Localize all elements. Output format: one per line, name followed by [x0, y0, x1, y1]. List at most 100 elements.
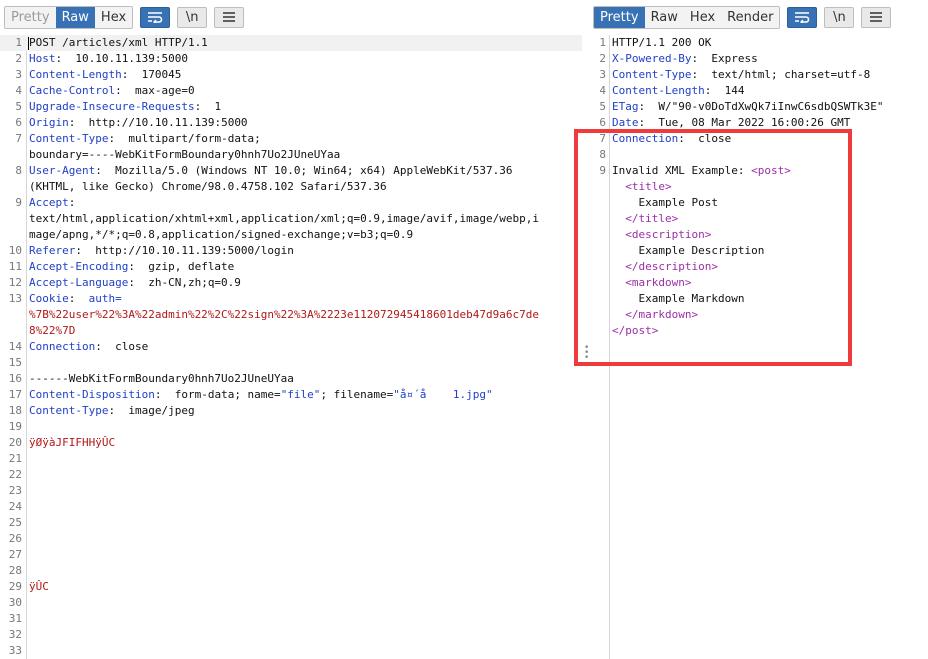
code-line: 29 ÿÛC — [0, 579, 582, 595]
line-number: 1 — [599, 36, 606, 49]
code-line: 20 ÿØÿàJFIFHHÿÛC — [0, 435, 582, 451]
line-number: 2 — [15, 52, 22, 65]
text-token: ------WebKitFormBoundary0hnh7Uo2JUneUYaa — [29, 372, 294, 385]
header-name: Content-Type — [612, 68, 692, 81]
text-token: : image/jpeg — [108, 404, 195, 417]
show-newlines-button[interactable]: \n — [177, 6, 208, 28]
text-token: : Express — [691, 52, 758, 65]
line-text: mage/apng,*/*;q=0.8,application/signed-e… — [29, 227, 413, 243]
code-line: 19 — [0, 419, 582, 435]
header-name: auth= — [88, 292, 122, 305]
header-name: Content-Length — [612, 84, 705, 97]
tab-render[interactable]: Render — [721, 6, 780, 28]
text-token: : 1 — [194, 100, 222, 113]
code-line: 5 Upgrade-Insecure-Requests: 1 — [0, 99, 582, 115]
request-editor[interactable]: 1 POST /articles/xml HTTP/1.1 2 Host: 10.10… — [0, 35, 582, 659]
line-text: Example Markdown — [612, 291, 744, 307]
code-line: text/html,application/xhtml+xml,applicat… — [0, 211, 582, 227]
hamburger-menu-icon — [870, 12, 883, 22]
code-line: 16 ------WebKitFormBoundary0hnh7Uo2JUneUY… — [0, 371, 582, 387]
pane-splitter[interactable]: • • • — [582, 0, 593, 659]
text-token: : close — [678, 132, 732, 145]
line-number: 12 — [8, 276, 22, 289]
line-text: ETag: W/"90-v0DoTdXwQk7iInwC6sdbQSWTk3E" — [612, 99, 884, 115]
line-number: 4 — [599, 84, 606, 97]
response-view-tabs: Pretty Raw Hex Render — [593, 5, 781, 29]
line-number: 5 — [15, 100, 22, 113]
line-number: 16 — [8, 372, 22, 385]
text-token: "file" — [280, 388, 321, 401]
text-token: (KHTML, like Gecko) Chrome/98.0.4758.102… — [29, 180, 387, 193]
wrap-lines-button[interactable] — [787, 6, 818, 28]
header-name: Connection — [29, 340, 96, 353]
text-token: : Mozilla/5.0 (Windows NT 10.0; Win64; x… — [95, 164, 513, 177]
line-number: 1 — [15, 36, 22, 49]
line-text: Content-Type: image/jpeg — [29, 403, 195, 419]
text-token: : 10.10.11.139:5000 — [55, 52, 188, 65]
header-name: Content-Type — [29, 132, 109, 145]
code-line: 13 Cookie: auth= — [0, 291, 582, 307]
line-number: 2 — [599, 52, 606, 65]
code-line: <description> — [593, 227, 928, 243]
line-text: ------WebKitFormBoundary0hnh7Uo2JUneUYaa — [29, 371, 294, 387]
header-name: Content-Disposition — [29, 388, 155, 401]
text-token: text/html,application/xhtml+xml,applicat… — [29, 212, 539, 225]
line-text: Example Description — [612, 243, 764, 259]
wrap-lines-button[interactable] — [140, 6, 171, 28]
line-number: 5 — [599, 100, 606, 113]
code-line: 1 HTTP/1.1 200 OK — [593, 35, 928, 51]
tab-raw[interactable]: Raw — [644, 6, 684, 28]
code-line: 23 — [0, 483, 582, 499]
text-token: : close — [95, 340, 149, 353]
text-token: ÿÛC — [29, 580, 49, 593]
show-newlines-button[interactable]: \n — [824, 6, 855, 28]
line-text: boundary=----WebKitFormBoundary0hnh7Uo2J… — [29, 147, 340, 163]
tab-pretty[interactable]: Pretty — [594, 6, 645, 28]
line-number: 3 — [15, 68, 22, 81]
response-pane: Pretty Raw Hex Render \n 1 HTTP/1.1 200 O… — [593, 0, 928, 659]
code-line: %7B%22user%22%3A%22admin%22%2C%22sign%22… — [0, 307, 582, 323]
header-name: Date — [612, 116, 639, 129]
response-editor[interactable]: 1 HTTP/1.1 200 OK 2 X-Powered-By: Express 3 C… — [593, 35, 928, 659]
line-text: <title> — [612, 179, 671, 195]
menu-button[interactable] — [214, 6, 245, 28]
text-token: POST /articles/xml HTTP/1.1 — [29, 36, 208, 49]
xml-tag: </title> — [625, 212, 679, 225]
code-line: 9 Accept: — [0, 195, 582, 211]
code-line: 32 — [0, 627, 582, 643]
text-token: %7B%22user%22%3A%22admin%22%2C%22sign%22… — [29, 308, 539, 321]
tab-hex[interactable]: Hex — [683, 6, 722, 28]
tab-raw[interactable]: Raw — [55, 6, 95, 28]
text-token: : multipart/form-data; — [108, 132, 261, 145]
code-line: 6 Date: Tue, 08 Mar 2022 16:00:26 GMT — [593, 115, 928, 131]
code-line: (KHTML, like Gecko) Chrome/98.0.4758.102… — [0, 179, 582, 195]
code-line: 31 — [0, 611, 582, 627]
line-text: Accept-Language: zh-CN,zh;q=0.9 — [29, 275, 241, 291]
splitter-grip-icon[interactable]: • • • — [584, 344, 589, 363]
line-text: Connection: close — [612, 131, 731, 147]
code-line: 11 Accept-Encoding: gzip, deflate — [0, 259, 582, 275]
code-line: 18 Content-Type: image/jpeg — [0, 403, 582, 419]
line-text: <markdown> — [612, 275, 691, 291]
tab-pretty[interactable]: Pretty — [5, 6, 56, 28]
line-text: (KHTML, like Gecko) Chrome/98.0.4758.102… — [29, 179, 387, 195]
code-line: 9 Invalid XML Example: <post> — [593, 163, 928, 179]
line-text: Content-Type: multipart/form-data; — [29, 131, 261, 147]
code-line: 4 Cache-Control: max-age=0 — [0, 83, 582, 99]
code-line: 14 Connection: close — [0, 339, 582, 355]
tab-hex[interactable]: Hex — [94, 6, 133, 28]
code-line: 15 — [0, 355, 582, 371]
menu-button[interactable] — [861, 6, 892, 28]
line-number: 11 — [8, 260, 22, 273]
text-token: : max-age=0 — [115, 84, 195, 97]
line-text: POST /articles/xml HTTP/1.1 — [28, 35, 208, 51]
line-text: text/html,application/xhtml+xml,applicat… — [29, 211, 539, 227]
line-text: Accept-Encoding: gzip, deflate — [29, 259, 234, 275]
line-number: 19 — [8, 420, 22, 433]
header-name: Content-Length — [29, 68, 122, 81]
line-text: Host: 10.10.11.139:5000 — [29, 51, 188, 67]
xml-tag: <description> — [625, 228, 712, 241]
